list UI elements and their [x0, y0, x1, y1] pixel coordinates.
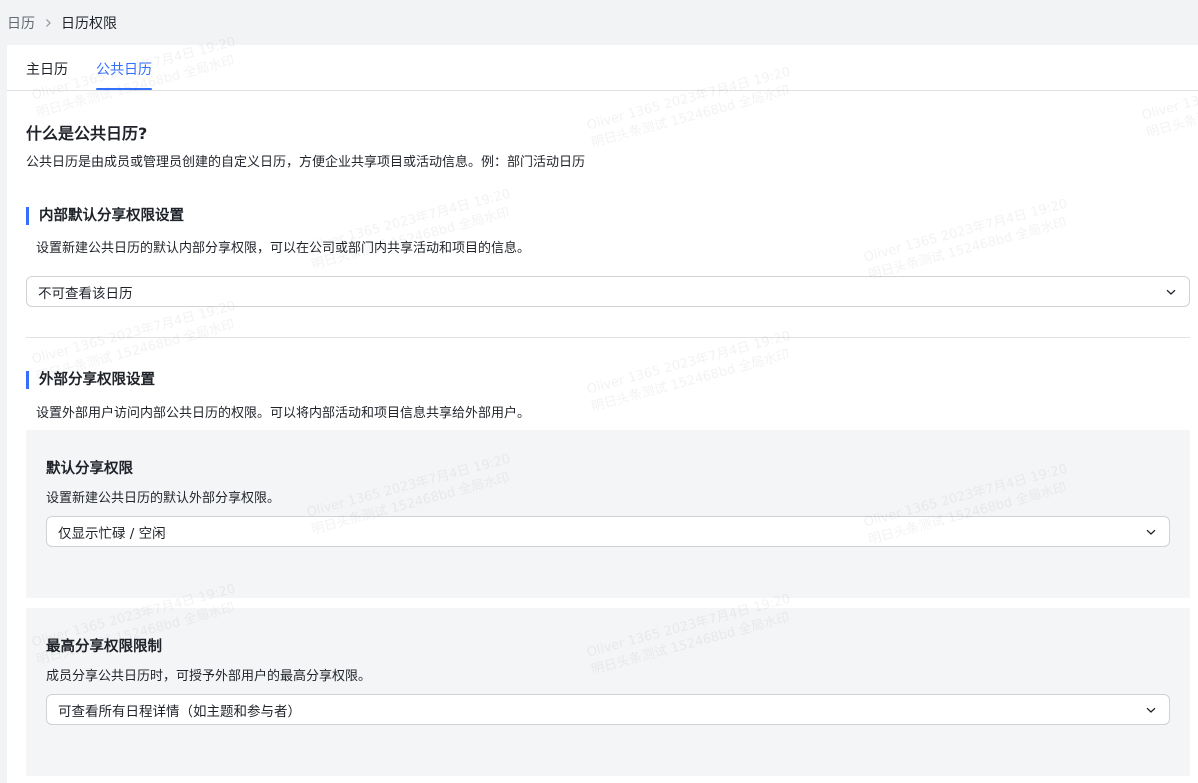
default-share-value: 仅显示忙碌 / 空闲	[58, 525, 166, 542]
default-share-select[interactable]: 仅显示忙碌 / 空闲	[46, 516, 1170, 547]
active-tab-indicator	[96, 88, 152, 90]
chevron-down-icon	[1145, 526, 1157, 538]
breadcrumb-calendar-link[interactable]: 日历	[7, 13, 35, 33]
page: 日历 日历权限 主日历 公共日历 什么是公共日历? 公共日历是由成员或管理员创建…	[0, 0, 1198, 783]
external-section-description: 设置外部用户访问内部公共日历的权限。可以将内部活动和项目信息共享给外部用户。	[36, 406, 531, 421]
tab-bar: 主日历 公共日历	[7, 45, 1198, 91]
default-share-description: 设置新建公共日历的默认外部分享权限。	[46, 491, 281, 506]
max-share-title: 最高分享权限限制	[46, 639, 162, 655]
internal-section-title: 内部默认分享权限设置	[26, 207, 184, 225]
intro-title: 什么是公共日历?	[26, 124, 148, 143]
chevron-down-icon	[1145, 704, 1157, 716]
external-section-title: 外部分享权限设置	[26, 371, 155, 389]
tab-primary-calendar[interactable]: 主日历	[26, 59, 68, 79]
default-share-panel: 默认分享权限 设置新建公共日历的默认外部分享权限。 仅显示忙碌 / 空闲	[26, 430, 1190, 598]
chevron-down-icon	[1165, 286, 1177, 298]
max-share-select[interactable]: 可查看所有日程详情（如主题和参与者）	[46, 694, 1170, 725]
breadcrumb: 日历 日历权限	[7, 13, 117, 33]
internal-section-description: 设置新建公共日历的默认内部分享权限，可以在公司或部门内共享活动和项目的信息。	[36, 241, 531, 256]
internal-permission-value: 不可查看该日历	[38, 285, 133, 302]
internal-permission-select[interactable]: 不可查看该日历	[26, 276, 1190, 307]
section-divider	[26, 337, 1190, 338]
tab-public-calendar[interactable]: 公共日历	[96, 59, 152, 79]
chevron-right-icon	[43, 18, 53, 28]
max-share-panel: 最高分享权限限制 成员分享公共日历时，可授予外部用户的最高分享权限。 可查看所有…	[26, 608, 1190, 776]
breadcrumb-current: 日历权限	[61, 16, 117, 32]
max-share-value: 可查看所有日程详情（如主题和参与者）	[58, 703, 301, 720]
default-share-title: 默认分享权限	[46, 461, 133, 477]
max-share-description: 成员分享公共日历时，可授予外部用户的最高分享权限。	[46, 669, 372, 684]
settings-card: 主日历 公共日历 什么是公共日历? 公共日历是由成员或管理员创建的自定义日历，方…	[7, 45, 1198, 783]
intro-description: 公共日历是由成员或管理员创建的自定义日历，方便企业共享项目或活动信息。例：部门活…	[26, 155, 586, 170]
